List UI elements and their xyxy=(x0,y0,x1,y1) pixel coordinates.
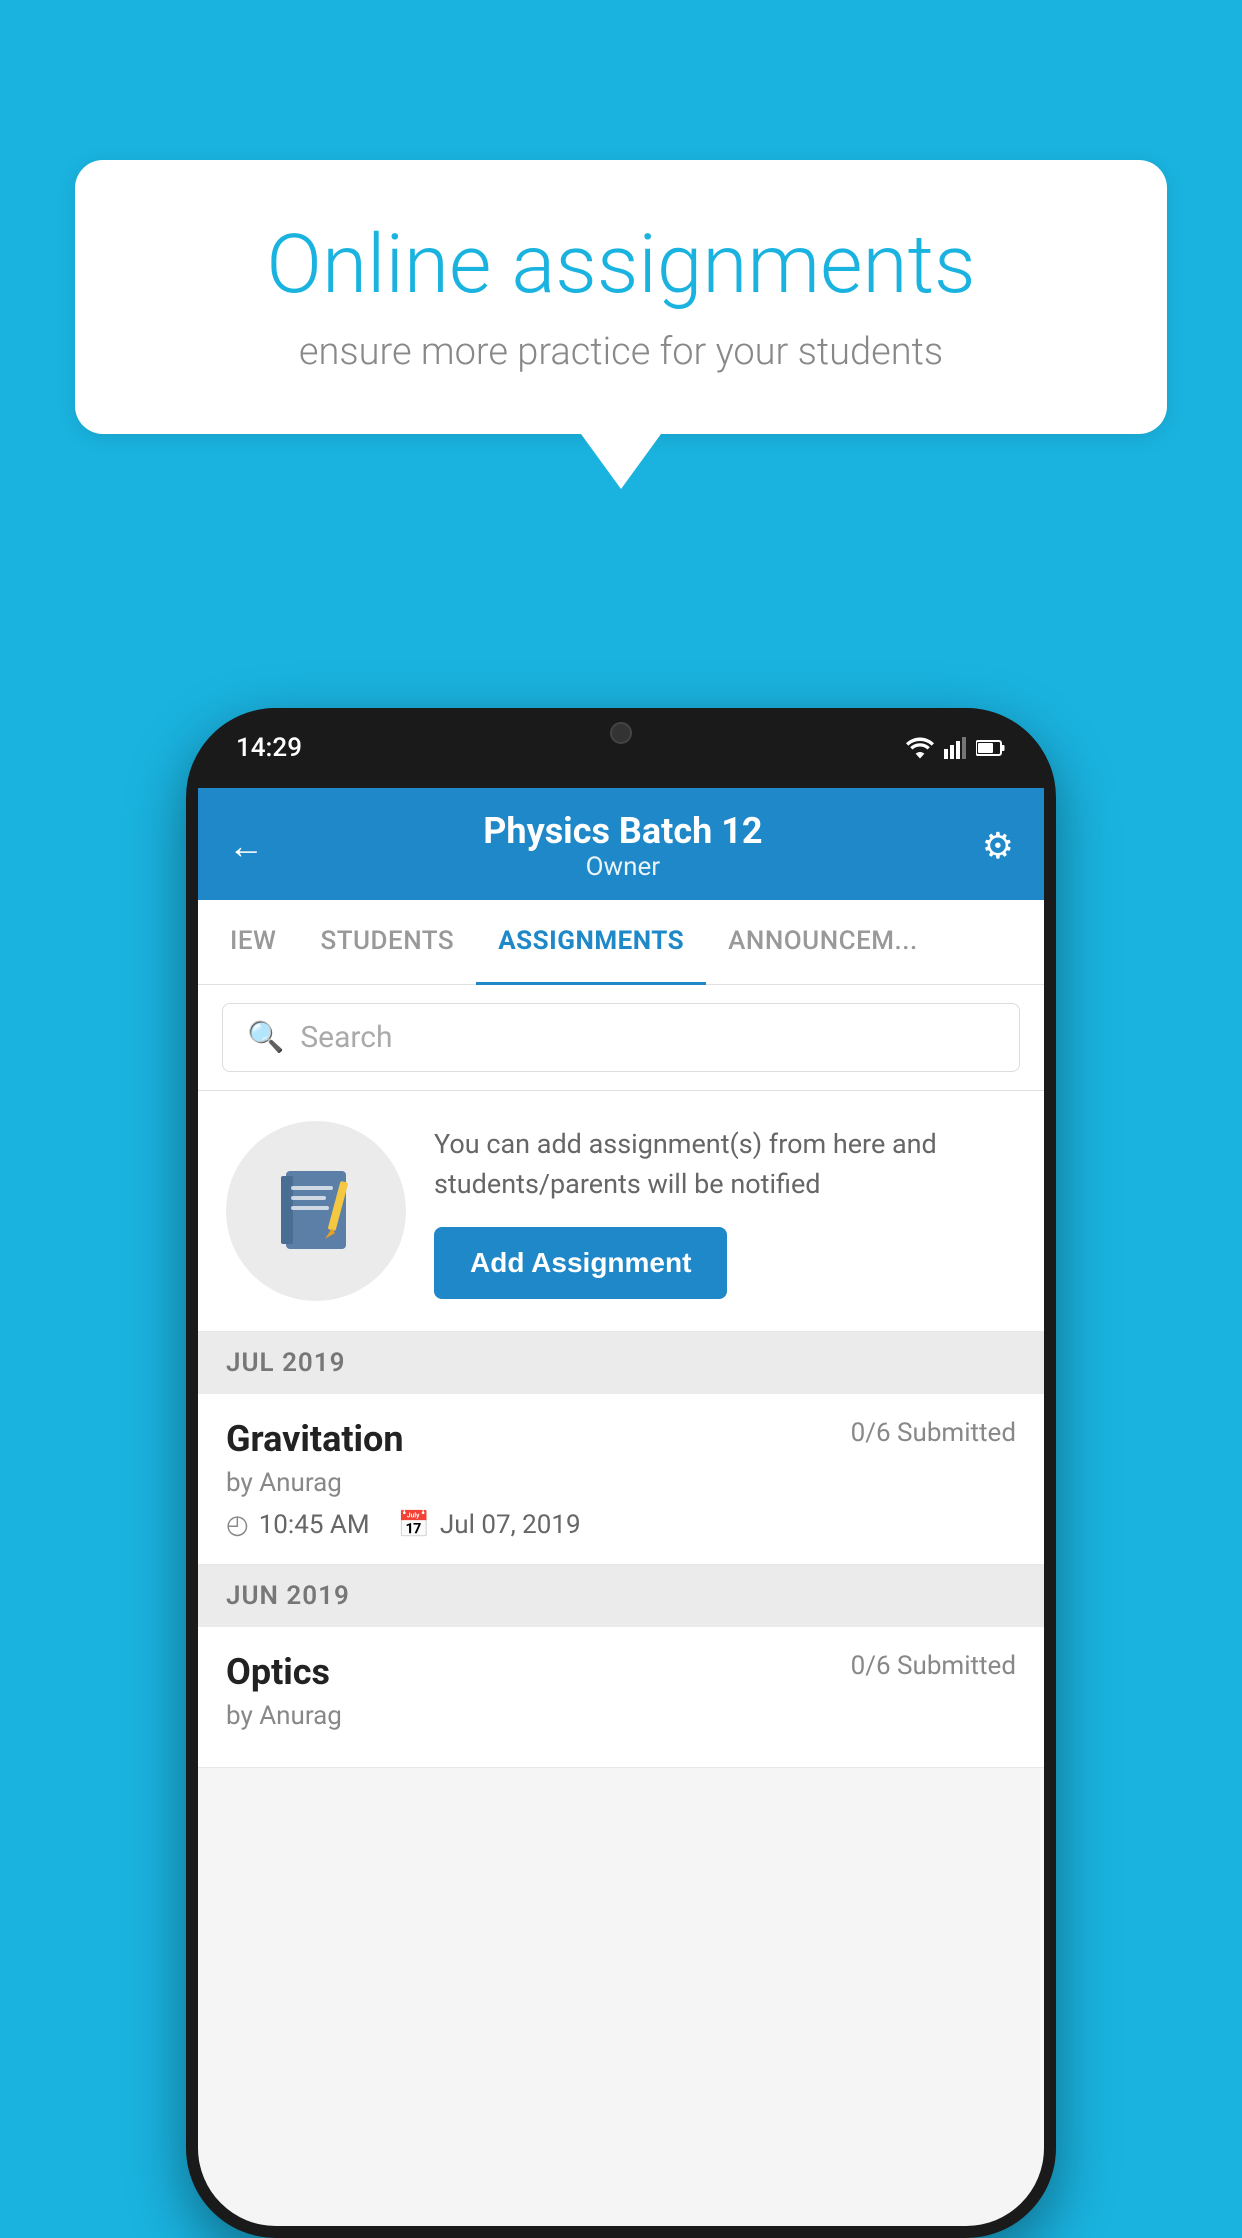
assignment-date: 📅 Jul 07, 2019 xyxy=(398,1510,581,1540)
tab-assignments[interactable]: ASSIGNMENTS xyxy=(476,900,706,985)
promo-content: You can add assignment(s) from here and … xyxy=(434,1124,1016,1299)
app-header: ← Physics Batch 12 Owner ⚙ xyxy=(198,788,1044,900)
phone-notch xyxy=(521,708,721,758)
bubble-subtitle: ensure more practice for your students xyxy=(145,330,1097,374)
assignment-by-optics: by Anurag xyxy=(226,1701,1016,1731)
tabs-bar: IEW STUDENTS ASSIGNMENTS ANNOUNCEM... xyxy=(198,900,1044,985)
status-time: 14:29 xyxy=(236,733,302,763)
assignment-item-gravitation[interactable]: Gravitation 0/6 Submitted by Anurag ◴ 10… xyxy=(198,1394,1044,1565)
signal-icon xyxy=(944,737,966,759)
status-bar: 14:29 xyxy=(186,708,1056,788)
tab-announcements[interactable]: ANNOUNCEM... xyxy=(706,900,940,985)
wifi-icon xyxy=(906,737,934,759)
assignment-time-value: 10:45 AM xyxy=(259,1510,370,1540)
header-title: Physics Batch 12 xyxy=(264,810,982,852)
assignment-top: Gravitation 0/6 Submitted xyxy=(226,1418,1016,1460)
header-title-area: Physics Batch 12 Owner xyxy=(264,810,982,882)
front-camera xyxy=(610,722,632,744)
bubble-title: Online assignments xyxy=(145,220,1097,310)
back-button[interactable]: ← xyxy=(228,825,264,867)
assignment-name-optics: Optics xyxy=(226,1651,330,1693)
assignment-top-optics: Optics 0/6 Submitted xyxy=(226,1651,1016,1693)
search-icon: 🔍 xyxy=(247,1020,284,1055)
assignment-time: ◴ 10:45 AM xyxy=(226,1510,370,1540)
tab-iew[interactable]: IEW xyxy=(208,900,298,985)
assignment-submitted-optics: 0/6 Submitted xyxy=(851,1651,1016,1681)
assignment-by: by Anurag xyxy=(226,1468,1016,1498)
assignment-meta: ◴ 10:45 AM 📅 Jul 07, 2019 xyxy=(226,1510,1016,1540)
clock-icon: ◴ xyxy=(226,1510,249,1540)
assignment-name: Gravitation xyxy=(226,1418,404,1460)
tab-students[interactable]: STUDENTS xyxy=(298,900,476,985)
search-container: 🔍 Search xyxy=(198,985,1044,1091)
phone-frame: 14:29 xyxy=(186,708,1056,2238)
search-input-wrapper[interactable]: 🔍 Search xyxy=(222,1003,1020,1072)
notebook-icon xyxy=(266,1161,366,1261)
add-assignment-button[interactable]: Add Assignment xyxy=(434,1227,727,1299)
assignment-submitted: 0/6 Submitted xyxy=(851,1418,1016,1448)
header-subtitle: Owner xyxy=(264,852,982,882)
status-icons xyxy=(906,737,1006,759)
speech-bubble-arrow xyxy=(581,434,661,489)
section-header-jul: JUL 2019 xyxy=(198,1332,1044,1394)
speech-bubble-container: Online assignments ensure more practice … xyxy=(75,160,1167,489)
battery-icon xyxy=(976,739,1006,757)
phone-screen: ← Physics Batch 12 Owner ⚙ IEW STUDENTS … xyxy=(198,788,1044,2226)
section-header-jun: JUN 2019 xyxy=(198,1565,1044,1627)
search-input[interactable]: Search xyxy=(300,1020,392,1055)
assignment-item-optics[interactable]: Optics 0/6 Submitted by Anurag xyxy=(198,1627,1044,1768)
speech-bubble: Online assignments ensure more practice … xyxy=(75,160,1167,434)
promo-icon-circle xyxy=(226,1121,406,1301)
assignment-date-value: Jul 07, 2019 xyxy=(440,1510,581,1540)
settings-icon[interactable]: ⚙ xyxy=(982,825,1014,867)
promo-description: You can add assignment(s) from here and … xyxy=(434,1124,1016,1205)
promo-card: You can add assignment(s) from here and … xyxy=(198,1091,1044,1332)
calendar-icon: 📅 xyxy=(398,1510,430,1540)
